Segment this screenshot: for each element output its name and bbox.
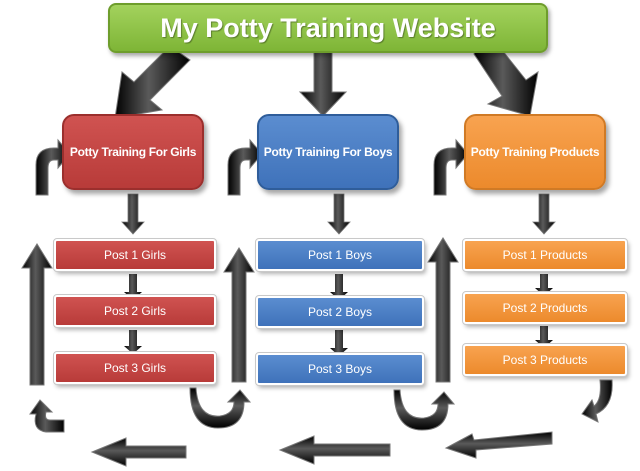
post-girls-1-label: Post 1 Girls (103, 248, 166, 262)
heading-boys-label: Potty Training For Boys (263, 145, 393, 159)
bottom-arrow-left (90, 437, 187, 467)
boys-uturn-arrow (393, 389, 456, 431)
boys-up-arrow (223, 247, 255, 383)
post-products-2: Post 2 Products (462, 291, 628, 325)
post-girls-3-label: Post 3 Girls (103, 361, 166, 375)
heading-girls-label: Potty Training For Girls (69, 145, 197, 159)
post-girls-1: Post 1 Girls (53, 238, 217, 272)
post-boys-3: Post 3 Boys (255, 352, 425, 386)
products-curve-arrow (433, 138, 469, 196)
post-boys-2-label: Post 2 Boys (307, 305, 373, 319)
site-title: My Potty Training Website (160, 12, 496, 43)
post-girls-3: Post 3 Girls (53, 351, 217, 385)
girls-down-arrow-1 (121, 193, 145, 235)
post-products-1: Post 1 Products (462, 238, 628, 272)
site-structure-diagram: My Potty Training Website Potty Training… (0, 0, 640, 471)
post-products-1-label: Post 1 Products (502, 248, 588, 262)
title-to-girls-arrow (114, 41, 191, 119)
boys-down-arrow-1 (327, 193, 351, 235)
post-boys-2: Post 2 Boys (255, 295, 425, 329)
girls-up-arrow (21, 243, 53, 386)
heading-girls: Potty Training For Girls (62, 114, 204, 190)
connector-arrows (21, 39, 613, 467)
heading-products-label: Potty Training Products (470, 145, 600, 159)
girls-down-arrow-3 (124, 330, 142, 354)
post-boys-3-label: Post 3 Boys (307, 362, 373, 376)
post-boys-1: Post 1 Boys (255, 238, 425, 272)
post-girls-2-label: Post 2 Girls (103, 304, 166, 318)
post-girls-2: Post 2 Girls (53, 294, 217, 328)
products-up-arrow (427, 237, 459, 383)
bottom-left-curve-arrow (29, 399, 65, 433)
bottom-arrow-middle (278, 435, 391, 465)
products-down-curve-arrow (581, 379, 613, 423)
post-products-3-label: Post 3 Products (502, 353, 588, 367)
post-products-3: Post 3 Products (462, 343, 628, 377)
heading-boys: Potty Training For Boys (257, 114, 399, 190)
post-products-2-label: Post 2 Products (502, 301, 588, 315)
title-to-boys-arrow (298, 49, 348, 117)
products-down-arrow-1 (532, 193, 556, 235)
post-boys-1-label: Post 1 Boys (307, 248, 373, 262)
heading-products: Potty Training Products (464, 114, 606, 190)
title-banner: My Potty Training Website (108, 3, 548, 53)
girls-uturn-arrow (189, 387, 252, 429)
bottom-arrow-right (444, 431, 553, 459)
